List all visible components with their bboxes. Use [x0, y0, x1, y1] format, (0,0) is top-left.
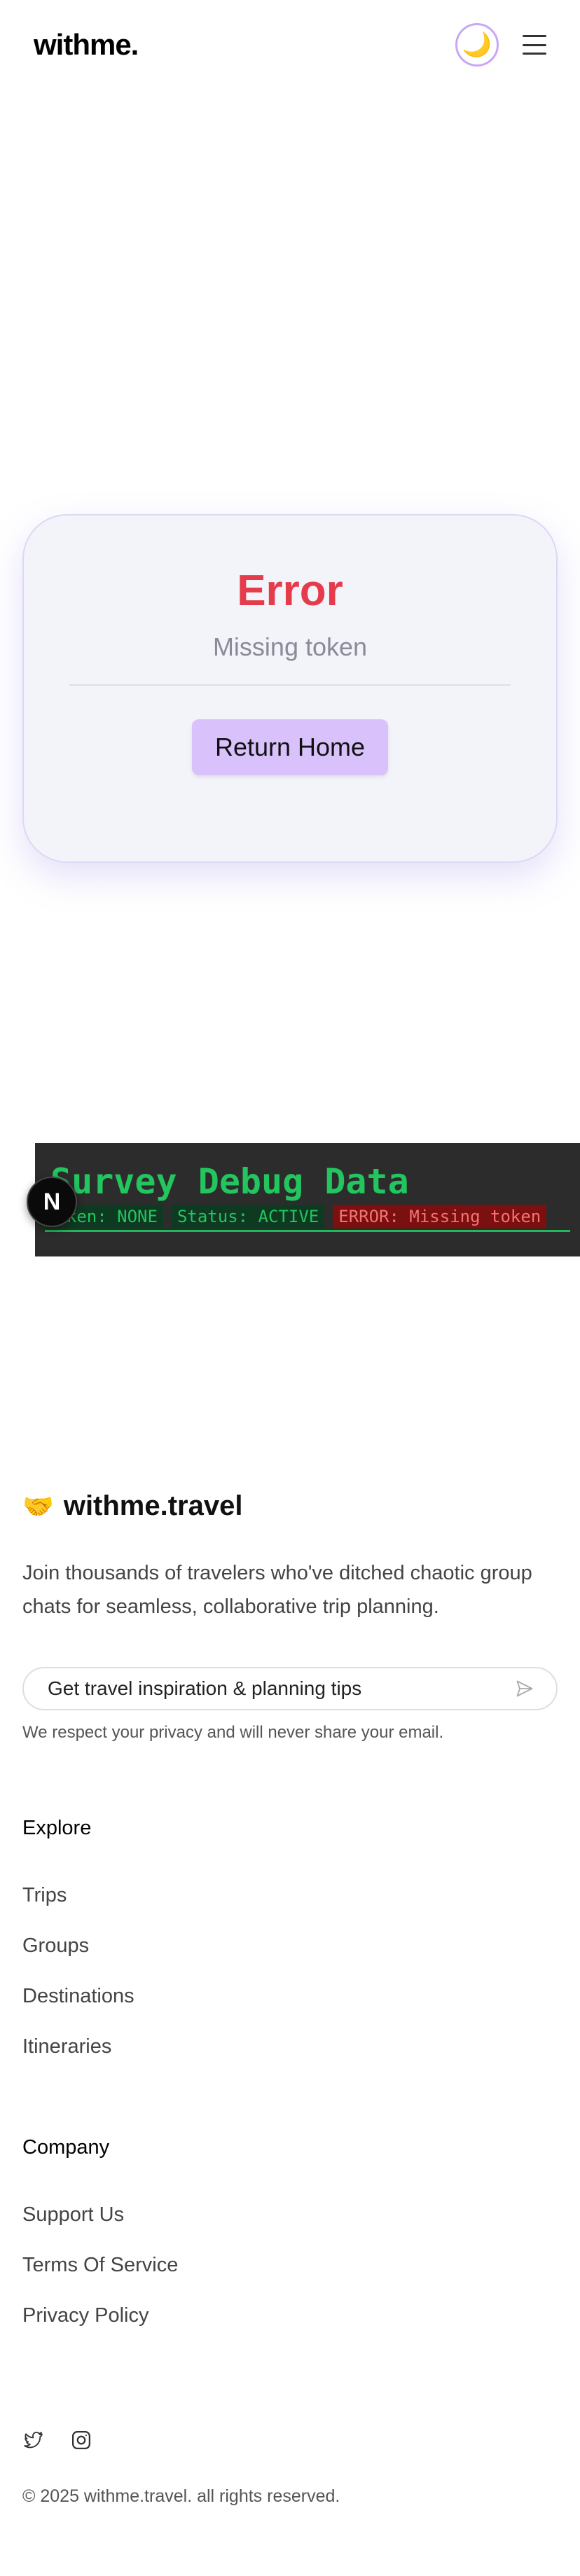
- debug-status-row: Token: NONE Status: ACTIVE ERROR: Missin…: [41, 1205, 547, 1228]
- newsletter-form: [22, 1667, 558, 1710]
- footer-tagline: Join thousands of travelers who've ditch…: [22, 1562, 532, 1618]
- footer-link-itineraries[interactable]: Itineraries: [22, 2035, 111, 2058]
- nextjs-dev-badge[interactable]: N: [27, 1177, 77, 1227]
- footer-link-trips[interactable]: Trips: [22, 1884, 67, 1907]
- site-logo[interactable]: withme.: [34, 28, 139, 62]
- error-divider: [69, 684, 511, 686]
- explore-heading: Explore: [22, 1817, 92, 1839]
- survey-debug-panel: Survey Debug Data Token: NONE Status: AC…: [35, 1143, 580, 1256]
- footer-link-groups[interactable]: Groups: [22, 1934, 89, 1958]
- error-card: Error Missing token Return Home: [22, 514, 558, 863]
- social-links: [22, 2429, 92, 2451]
- debug-underline: [45, 1230, 570, 1232]
- return-home-button[interactable]: Return Home: [192, 719, 388, 775]
- send-icon[interactable]: [514, 1678, 535, 1699]
- newsletter-email-input[interactable]: [48, 1677, 514, 1700]
- hamburger-icon[interactable]: [523, 35, 546, 55]
- moon-icon: 🌙: [462, 32, 492, 58]
- error-title: Error: [237, 567, 343, 615]
- footer-link-terms[interactable]: Terms Of Service: [22, 2254, 178, 2277]
- site-header: withme. 🌙: [0, 0, 580, 90]
- copyright-text: © 2025 withme.travel. all rights reserve…: [22, 2486, 340, 2506]
- footer-brand-name: withme.travel: [63, 1490, 243, 1521]
- debug-error-pill: ERROR: Missing token: [333, 1205, 547, 1228]
- footer-link-privacy[interactable]: Privacy Policy: [22, 2304, 149, 2327]
- theme-toggle-button[interactable]: 🌙: [455, 23, 499, 67]
- twitter-icon[interactable]: [22, 2429, 45, 2451]
- handshake-icon: 🤝: [22, 1491, 54, 1521]
- header-actions: 🌙: [455, 23, 546, 67]
- site-footer: 🤝 withme.travel Join thousands of travel…: [0, 1464, 580, 2576]
- error-message: Missing token: [212, 632, 368, 661]
- footer-brand[interactable]: 🤝 withme.travel: [22, 1490, 242, 1522]
- footer-link-destinations[interactable]: Destinations: [22, 1985, 134, 2008]
- debug-status-pill: Status: ACTIVE: [171, 1205, 325, 1228]
- debug-title: Survey Debug Data: [50, 1161, 409, 1202]
- instagram-icon[interactable]: [70, 2429, 92, 2451]
- footer-link-support-us[interactable]: Support Us: [22, 2203, 124, 2227]
- company-heading: Company: [22, 2136, 110, 2159]
- privacy-note: We respect your privacy and will never s…: [22, 1723, 444, 1742]
